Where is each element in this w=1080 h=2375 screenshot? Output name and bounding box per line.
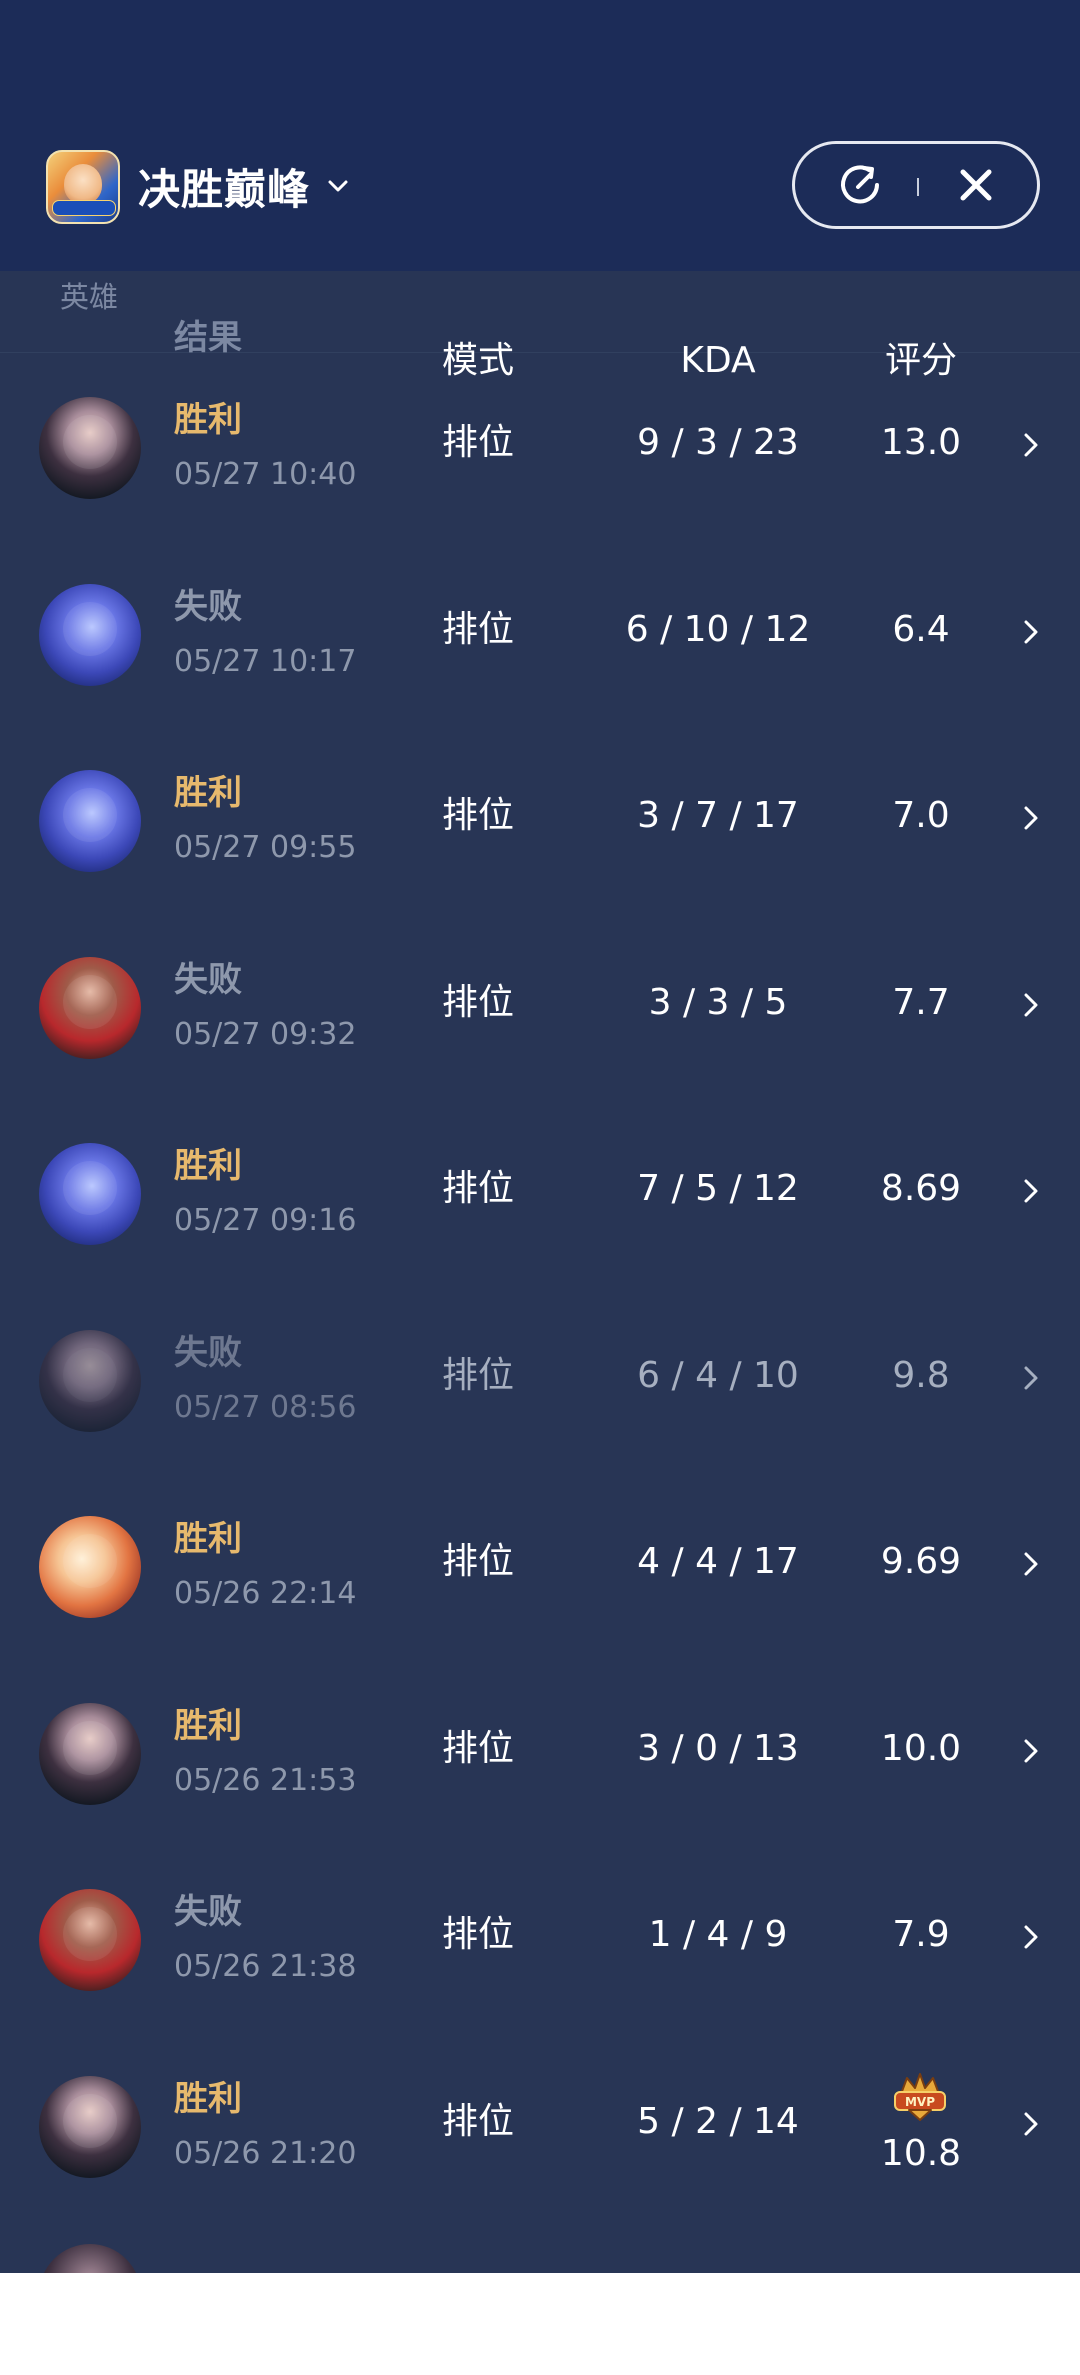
chevron-right-icon (1022, 1737, 1040, 1765)
hero-blue-skin-icon (39, 583, 141, 686)
match-result: 胜利 (174, 1146, 242, 1186)
match-mode: 排位 (441, 1541, 515, 1582)
match-row[interactable]: 失败 05/26 21:38 排位 1 / 4 / 9 7.9 (0, 1845, 1080, 2032)
match-time: 05/26 21:20 (174, 2135, 357, 2171)
capsule-menu (792, 141, 1040, 229)
match-row[interactable]: 胜利 05/27 10:40 排位 9 / 3 / 23 13.0 (0, 353, 1080, 540)
match-history-screen: 决胜巅峰 英雄 结果 模式 KDA 评分 胜利 05/27 10:40 排位 9… (0, 0, 1080, 2273)
chevron-right-icon (1022, 804, 1040, 832)
match-result: 胜利 (174, 1705, 242, 1746)
match-result: 胜利 (174, 2078, 242, 2119)
match-kda: 7 / 5 / 12 (637, 1168, 799, 1209)
match-mode: 排位 (441, 981, 515, 1023)
chevron-right-icon (1022, 1923, 1040, 1951)
match-result: 失败 (174, 1332, 242, 1373)
match-mode: 排位 (441, 795, 515, 836)
match-kda: 3 / 3 / 5 (648, 981, 788, 1023)
close-icon[interactable] (955, 164, 997, 206)
match-mode: 排位 (441, 2100, 515, 2142)
match-mode: 排位 (441, 422, 515, 463)
match-time: 05/27 10:40 (174, 457, 357, 492)
match-time: 05/26 21:53 (174, 1762, 357, 1798)
chevron-right-icon (1022, 1177, 1040, 1205)
match-score: 9.69 (880, 1541, 962, 1582)
header: 决胜巅峰 (0, 0, 1080, 271)
page-title: 决胜巅峰 (138, 164, 311, 214)
match-mode: 排位 (441, 1354, 515, 1396)
match-kda: 4 / 4 / 17 (637, 1541, 799, 1582)
hero-blue-skin-icon (39, 1143, 141, 1245)
match-mode: 排位 (441, 1914, 515, 1955)
hero-dark-haired-icon (39, 2075, 141, 2178)
match-kda: 6 / 10 / 12 (625, 608, 811, 650)
match-score: 10.8 (880, 2132, 962, 2174)
chevron-right-icon (1022, 2110, 1040, 2138)
logo-banner-shape (52, 200, 116, 216)
match-row[interactable]: 胜利 05/26 21:53 排位 3 / 0 / 13 10.0 (0, 1659, 1080, 1846)
match-time: 05/27 09:55 (174, 830, 357, 865)
game-logo-icon (46, 150, 120, 224)
match-time: 05/27 10:17 (174, 643, 357, 679)
chevron-right-icon (1022, 618, 1040, 646)
match-kda: 3 / 7 / 17 (637, 795, 799, 836)
match-row[interactable]: 胜利 05/27 09:16 排位 7 / 5 / 12 8.69 (0, 1099, 1080, 1286)
match-kda: 6 / 4 / 10 (637, 1354, 799, 1396)
match-time: 05/26 22:14 (174, 1576, 357, 1611)
match-result: 胜利 (174, 1519, 242, 1559)
hero-blue-skin-icon (39, 770, 141, 872)
match-mode: 排位 (441, 1727, 515, 1769)
match-mode: 排位 (441, 1168, 515, 1209)
game-selector[interactable]: 决胜巅峰 (138, 156, 352, 216)
match-row[interactable]: 胜利 05/26 21:20 排位 5 / 2 / 14 MVP 10.8 (0, 2032, 1080, 2219)
chevron-down-icon (324, 172, 352, 200)
hero-orange-fire-icon (39, 1516, 141, 1618)
refresh-icon[interactable] (837, 162, 883, 208)
match-time: 05/27 08:56 (174, 1389, 357, 1425)
match-score: 9.8 (892, 1354, 950, 1396)
match-result: 胜利 (174, 400, 242, 440)
match-time: 05/27 09:16 (174, 1203, 357, 1238)
mvp-badge-label: MVP (905, 2095, 935, 2109)
match-result: 胜利 (174, 773, 242, 813)
hero-red-mask-icon (39, 1889, 141, 1991)
match-score: 10.0 (880, 1727, 962, 1769)
match-score: 6.4 (892, 608, 950, 650)
match-score: 7.0 (892, 795, 950, 836)
mvp-badge-icon: MVP (891, 2072, 949, 2122)
match-time: 05/27 09:32 (174, 1016, 357, 1052)
match-row[interactable]: 失败 05/27 09:32 排位 3 / 3 / 5 7.7 (0, 913, 1080, 1100)
table-header: 英雄 结果 模式 KDA 评分 (0, 271, 1080, 381)
column-header-hero: 英雄 (60, 280, 119, 314)
hero-dark-haired-icon (39, 1702, 141, 1805)
match-kda: 1 / 4 / 9 (648, 1914, 788, 1955)
hero-dark-haired-icon (39, 397, 141, 499)
chevron-right-icon (1022, 1550, 1040, 1578)
match-kda: 5 / 2 / 14 (637, 2100, 799, 2142)
match-score: 13.0 (880, 422, 962, 463)
chevron-right-icon (1022, 1364, 1040, 1392)
match-kda: 9 / 3 / 23 (637, 422, 799, 463)
match-row[interactable]: 胜利 05/26 22:14 排位 4 / 4 / 17 9.69 (0, 1472, 1080, 1659)
match-mode: 排位 (441, 608, 515, 650)
logo-face-shape (64, 164, 102, 204)
match-score: 7.7 (892, 981, 950, 1023)
hero-red-mask-icon (39, 956, 141, 1059)
match-score: 7.9 (892, 1914, 950, 1955)
match-row[interactable]: 胜利 05/27 09:55 排位 3 / 7 / 17 7.0 (0, 726, 1080, 913)
match-result: 失败 (174, 959, 242, 1000)
capsule-divider (917, 178, 919, 196)
match-row[interactable]: 失败 05/27 08:56 排位 6 / 4 / 10 9.8 (0, 1286, 1080, 1473)
match-result: 失败 (174, 1892, 242, 1932)
match-kda: 3 / 0 / 13 (637, 1727, 799, 1769)
chevron-right-icon (1022, 991, 1040, 1019)
match-time: 05/26 21:38 (174, 1949, 357, 1984)
match-row[interactable]: 失败 05/27 10:17 排位 6 / 10 / 12 6.4 (0, 540, 1080, 727)
partial-row-avatar-icon (39, 2244, 141, 2273)
match-list: 胜利 05/27 10:40 排位 9 / 3 / 23 13.0 失败 05/… (0, 353, 1080, 2218)
match-result: 失败 (174, 586, 242, 627)
hero-dark-haired-icon (39, 1329, 141, 1432)
chevron-right-icon (1022, 431, 1040, 459)
match-score: 8.69 (880, 1168, 962, 1209)
